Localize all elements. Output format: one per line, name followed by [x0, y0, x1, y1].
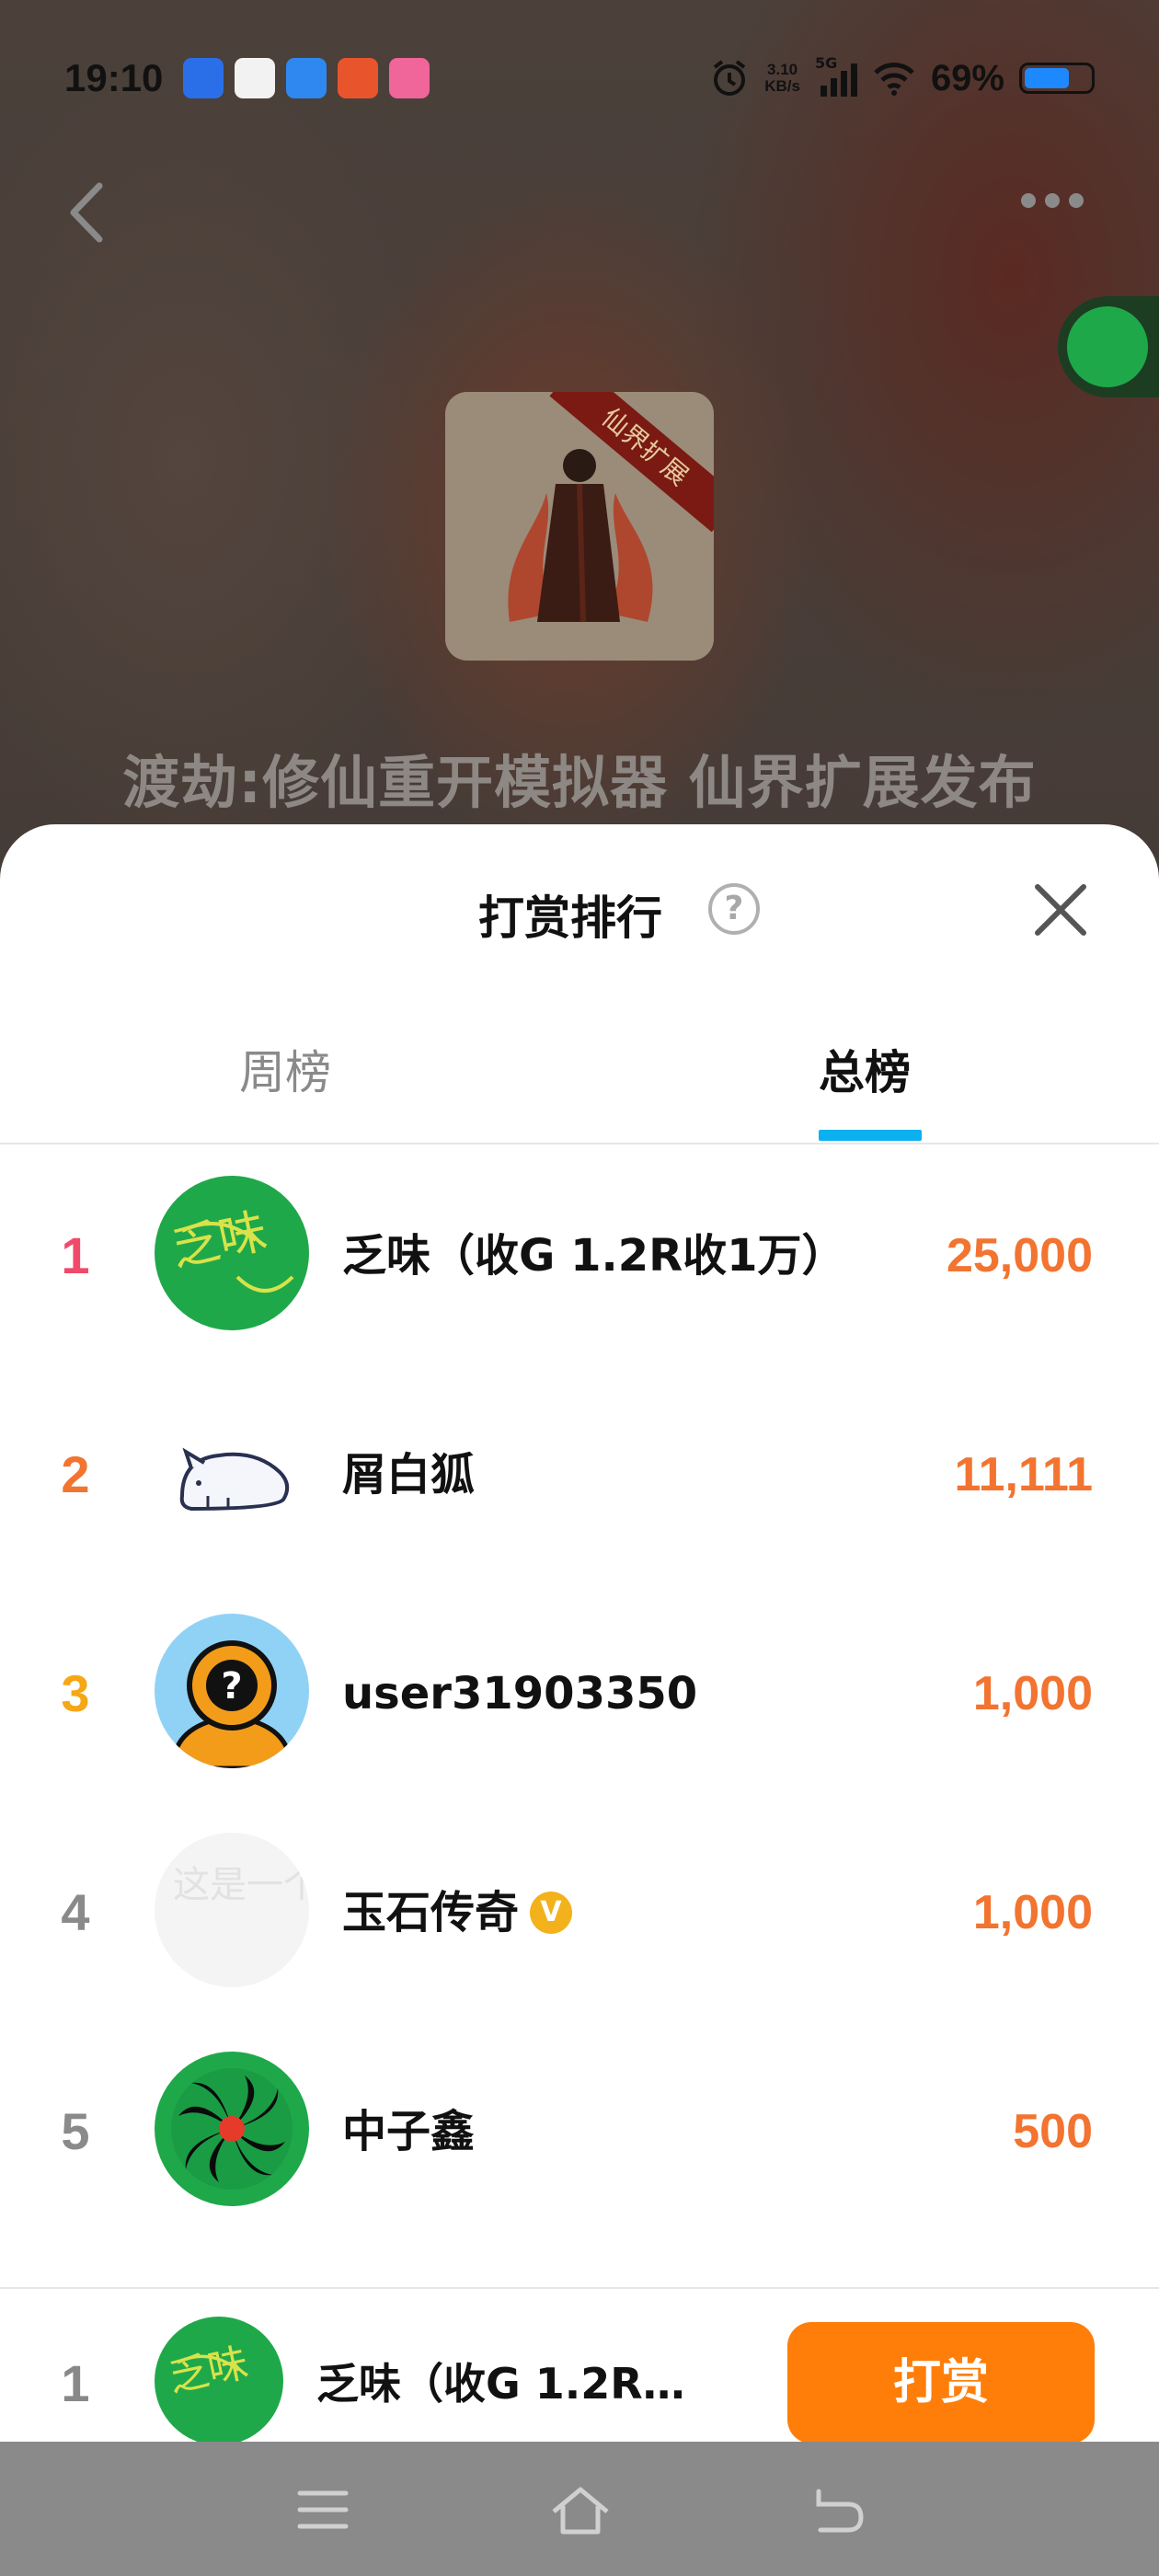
avatar[interactable]: 这是一个柑橘	[155, 1833, 309, 1987]
reward-amount: 25,000	[946, 1229, 1093, 1282]
reward-amount: 1,000	[972, 1667, 1093, 1720]
avatar[interactable]	[155, 2052, 309, 2206]
default-user-icon: ?	[170, 1640, 293, 1768]
game-notification-icon	[338, 58, 379, 98]
sheet-title: 打赏排行	[478, 891, 662, 945]
rank-number: 3	[61, 1664, 90, 1722]
user-name: 屑白狐	[342, 1449, 476, 1501]
avatar[interactable]: 乏味	[155, 1176, 309, 1330]
my-user-name: 乏味（收G 1.2R…	[316, 2359, 685, 2409]
ranking-row[interactable]: 4 这是一个柑橘 玉石传奇 V 1,000	[0, 1803, 1159, 2022]
verified-badge-icon: V	[530, 1892, 573, 1934]
back-arrow-icon[interactable]	[63, 180, 109, 245]
battery-icon	[1019, 63, 1095, 94]
bilibili-notification-icon	[389, 58, 430, 98]
user-name: 玉石传奇 V	[342, 1803, 573, 2022]
net-speed: 3.10 KB/s	[764, 61, 800, 95]
ranking-list: 1 乏味 乏味（收G 1.2R收1万） 25,000 2 屑白狐 11,111 …	[0, 1146, 1159, 2241]
notification-icons	[183, 58, 430, 98]
avatar[interactable]: ?	[155, 1614, 309, 1768]
floating-user-avatar[interactable]	[1058, 296, 1159, 397]
tab-total[interactable]: 总榜	[819, 1036, 911, 1102]
user-name: 乏味（收G 1.2R收1万）	[342, 1230, 846, 1282]
game-cover-image: 仙界扩展	[445, 392, 714, 661]
alarm-icon	[714, 60, 746, 96]
status-right: 3.10 KB/s 5G 69%	[709, 54, 1095, 99]
signal-icon: 5G	[815, 54, 857, 97]
rank-number: 4	[61, 1883, 90, 1941]
menu-icon[interactable]	[291, 2482, 355, 2537]
wifi-icon	[874, 63, 914, 96]
more-options-icon[interactable]	[1021, 193, 1084, 208]
user-name: 中子鑫	[342, 2106, 476, 2157]
tab-weekly[interactable]: 周榜	[239, 1036, 331, 1102]
back-icon[interactable]	[806, 2482, 870, 2537]
status-bar: 19:10 3.10 KB/s 5G 69%	[0, 37, 1159, 120]
reward-amount: 500	[1013, 2105, 1093, 2158]
spiral-logo-icon	[171, 2068, 293, 2190]
cultivator-illustration	[445, 392, 714, 661]
rank-number: 2	[61, 1445, 90, 1503]
user-name: user31903350	[342, 1668, 698, 1719]
ranking-row[interactable]: 1 乏味 乏味（收G 1.2R收1万） 25,000	[0, 1146, 1159, 1365]
close-icon[interactable]	[1028, 878, 1093, 942]
help-icon[interactable]: ?	[708, 883, 760, 935]
qq-notification-icon	[235, 58, 276, 98]
rank-number: 1	[61, 1226, 90, 1284]
reward-button[interactable]: 打赏	[787, 2322, 1095, 2442]
svg-text:?: ?	[221, 1665, 242, 1708]
reward-ranking-sheet: 打赏排行 ? 周榜 总榜 1 乏味 乏味（收G 1.2R收1万） 25,000 …	[0, 824, 1159, 2442]
white-fox-illustration	[179, 1447, 290, 1512]
avatar[interactable]	[155, 1395, 309, 1549]
my-rank-footer: 1 乏味 乏味（收G 1.2R… 打赏	[0, 2287, 1159, 2442]
home-icon[interactable]	[548, 2482, 613, 2537]
system-navigation-bar	[0, 2442, 1159, 2576]
ranking-row[interactable]: 3 ? user31903350 1,000	[0, 1584, 1159, 1803]
svg-text:这是一个柑橘: 这是一个柑橘	[173, 1864, 309, 1906]
ranking-tabs: 周榜 总榜	[0, 999, 1159, 1144]
status-time: 19:10	[64, 56, 164, 99]
battery-percent: 69%	[930, 57, 1004, 98]
my-avatar: 乏味	[155, 2317, 283, 2442]
reward-amount: 1,000	[972, 1886, 1093, 1939]
my-rank-number: 1	[61, 2354, 90, 2412]
app-notification-icon	[183, 58, 224, 98]
reward-amount: 11,111	[954, 1448, 1093, 1501]
game-title: 渡劫:修仙重开模拟器 仙界扩展发布	[122, 749, 1037, 816]
active-tab-indicator	[819, 1130, 922, 1141]
rank-number: 5	[61, 2102, 90, 2160]
svg-text:乏味: 乏味	[166, 1203, 271, 1277]
svg-text:乏味: 乏味	[165, 2340, 252, 2402]
ranking-row[interactable]: 2 屑白狐 11,111	[0, 1365, 1159, 1584]
browser-notification-icon	[286, 58, 327, 98]
sheet-header: 打赏排行 ?	[0, 824, 1159, 999]
ranking-row[interactable]: 5 中子鑫 500	[0, 2022, 1159, 2241]
